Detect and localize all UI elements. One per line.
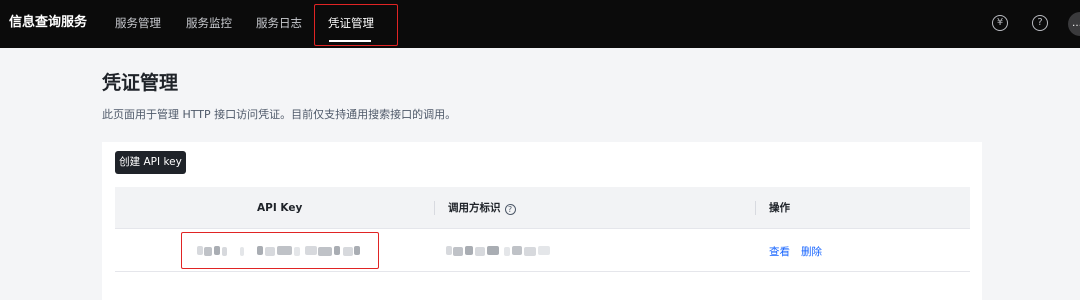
caller-id-value-masked: [446, 244, 550, 257]
nav-item-service-monitoring[interactable]: 服务监控: [186, 15, 232, 31]
question-circle-icon[interactable]: ?: [504, 204, 516, 215]
view-link[interactable]: 查看: [769, 245, 790, 259]
app-brand[interactable]: 信息查询服务: [9, 14, 87, 32]
column-header-api-key: API Key: [257, 202, 303, 214]
table-header: [115, 187, 970, 229]
delete-link[interactable]: 删除: [801, 245, 822, 259]
page-title: 凭证管理: [102, 72, 179, 94]
column-header-actions: 操作: [769, 202, 790, 214]
question-icon[interactable]: ?: [1032, 15, 1048, 31]
nav-item-service-management[interactable]: 服务管理: [115, 15, 161, 31]
create-api-key-button[interactable]: 创建 API key: [115, 151, 186, 174]
highlight-box-api-key: [181, 232, 379, 269]
yen-icon[interactable]: ¥: [992, 15, 1008, 31]
column-header-caller-id-label: 调用方标识: [448, 202, 501, 214]
page-description: 此页面用于管理 HTTP 接口访问凭证。目前仅支持通用搜索接口的调用。: [102, 108, 457, 121]
column-divider: [755, 201, 756, 215]
column-header-caller-id: 调用方标识?: [448, 201, 516, 215]
column-divider: [434, 201, 435, 215]
highlight-box-nav: [314, 4, 398, 46]
top-navigation-bar: [0, 0, 1080, 48]
nav-item-service-logs[interactable]: 服务日志: [256, 15, 302, 31]
